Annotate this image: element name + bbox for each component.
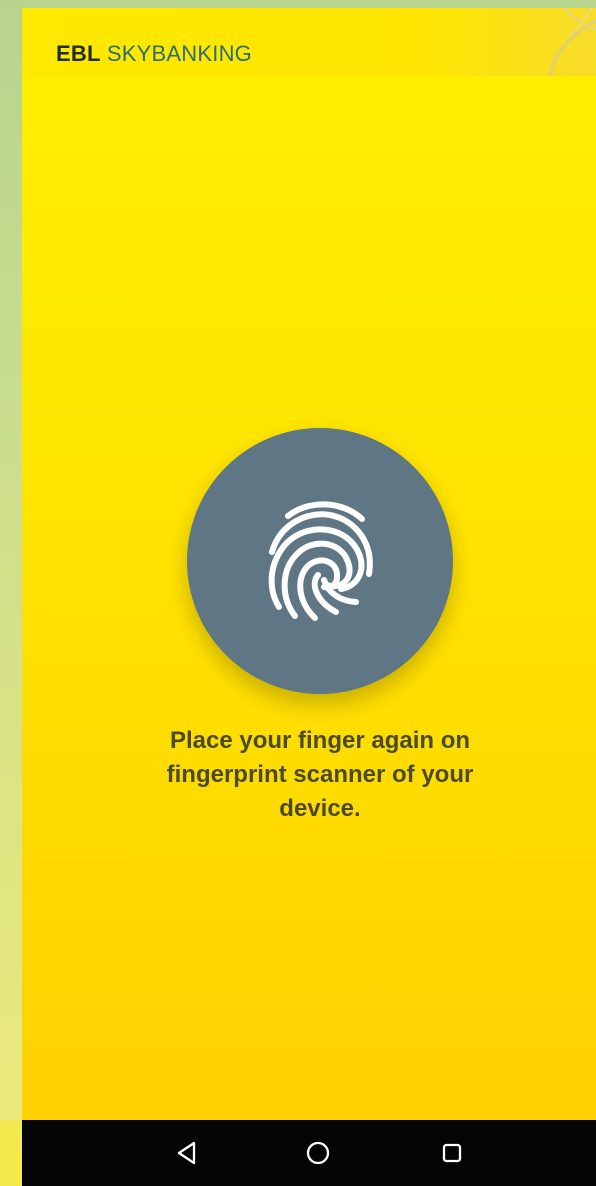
- app-brand-logo: EBL SKYBANKING: [56, 42, 252, 66]
- fingerprint-icon: [268, 501, 373, 621]
- brand-swoosh-graphic: [548, 8, 596, 76]
- left-background-edge: [0, 0, 22, 1120]
- app-header: EBL SKYBANKING: [22, 8, 596, 76]
- recents-button[interactable]: [437, 1138, 467, 1168]
- back-button[interactable]: [172, 1138, 202, 1168]
- brand-secondary-text: SKYBANKING: [100, 41, 252, 66]
- android-navigation-bar: [22, 1120, 596, 1186]
- fingerprint-verification-screen: EBL SKYBANKING Place your finger again o…: [22, 8, 596, 1120]
- recents-icon: [442, 1143, 462, 1163]
- back-icon: [177, 1141, 196, 1165]
- home-icon: [306, 1141, 330, 1165]
- home-button[interactable]: [303, 1138, 333, 1168]
- fingerprint-instruction-message: Place your finger again on fingerprint s…: [166, 727, 474, 822]
- brand-primary-text: EBL: [56, 41, 101, 66]
- fingerprint-scanner-circle: [187, 428, 453, 694]
